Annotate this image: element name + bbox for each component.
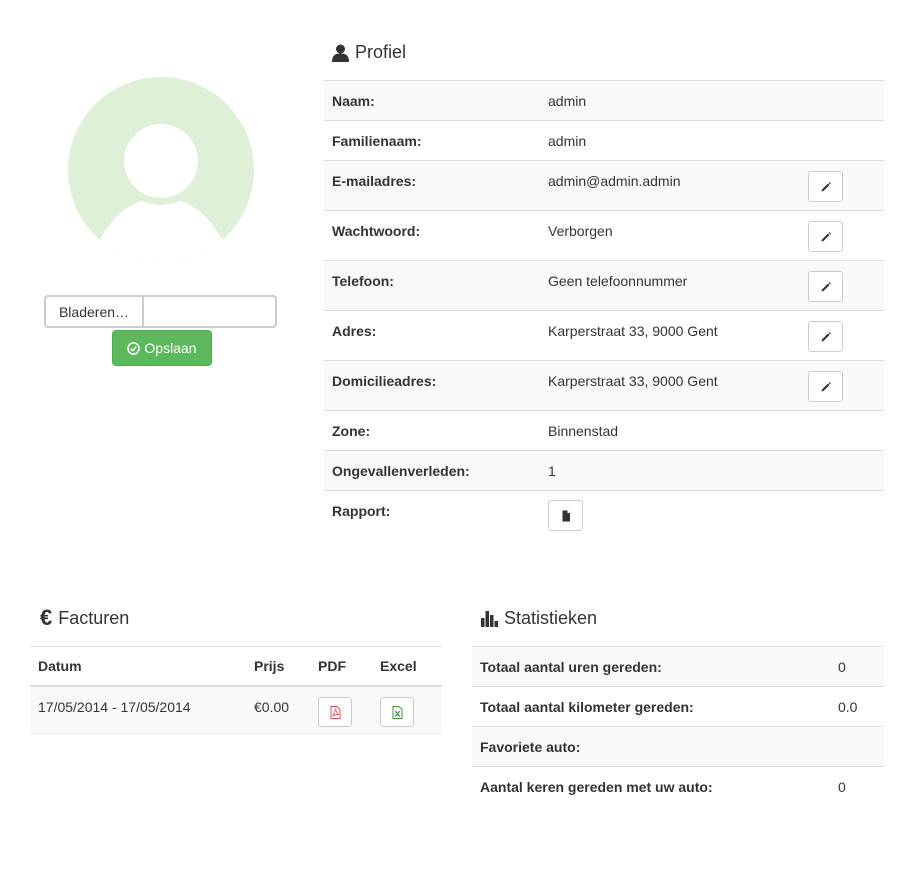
edit-address-button[interactable] [808, 321, 843, 352]
row-label: Adres: [332, 323, 377, 339]
file-icon [562, 510, 570, 521]
profile-title: Profiel [355, 42, 407, 62]
euro-icon: € [40, 605, 53, 630]
row-value [830, 727, 884, 766]
row-value: 0 [838, 659, 846, 675]
stats-title: Statistieken [504, 608, 598, 628]
row-label: Telefoon: [332, 273, 394, 289]
bar-chart-icon [481, 610, 498, 627]
column-header-excel: Excel [380, 658, 417, 674]
stats-row-hours: Totaal aantal uren gereden: 0 [472, 647, 884, 687]
profile-row-accidents: Ongevallenverleden: 1 [324, 451, 884, 491]
edit-password-button[interactable] [808, 221, 843, 252]
invoices-table: Datum Prijs PDF Excel 17/05/2014 - 17/05… [30, 646, 442, 735]
invoices-header-row: Datum Prijs PDF Excel [30, 647, 442, 687]
profile-row-name: Naam: admin [324, 81, 884, 121]
row-label: Ongevallenverleden: [332, 463, 470, 479]
pencil-icon [821, 381, 831, 391]
profile-row-report: Rapport: [324, 491, 884, 541]
profile-row-zone: Zone: Binnenstad [324, 411, 884, 451]
row-value: Verborgen [548, 223, 613, 239]
row-value: admin [548, 93, 587, 109]
invoice-date: 17/05/2014 - 17/05/2014 [38, 699, 191, 715]
user-icon [332, 44, 349, 62]
save-button-label: Opslaan [144, 340, 197, 356]
save-button[interactable]: Opslaan [112, 330, 212, 366]
edit-phone-button[interactable] [808, 271, 843, 302]
row-value: Karperstraat 33, 9000 Gent [548, 373, 718, 389]
pencil-icon [821, 331, 831, 341]
file-name-field[interactable] [144, 295, 277, 328]
pencil-icon [821, 281, 831, 291]
pdf-file-icon [330, 705, 340, 719]
stats-heading: Statistieken [481, 608, 597, 629]
edit-domicile-button[interactable] [808, 371, 843, 402]
pdf-cell [310, 687, 372, 735]
column-header-date: Datum [38, 658, 82, 674]
browse-button[interactable]: Bladeren… [44, 295, 144, 328]
row-value [540, 491, 808, 541]
profile-row-address: Adres: Karperstraat 33, 9000 Gent [324, 311, 884, 361]
row-label: Domicilieadres: [332, 373, 437, 389]
row-label: Familienaam: [332, 133, 422, 149]
row-value: admin@admin.admin [548, 173, 681, 189]
row-label: E-mailadres: [332, 173, 417, 189]
avatar-placeholder [68, 77, 254, 263]
profile-row-domicile: Domicilieadres: Karperstraat 33, 9000 Ge… [324, 361, 884, 411]
column-header-pdf: PDF [318, 658, 346, 674]
stats-row-own-car-trips: Aantal keren gereden met uw auto: 0 [472, 767, 884, 807]
stats-row-kilometers: Totaal aantal kilometer gereden: 0.0 [472, 687, 884, 727]
avatar-upload: Bladeren… [44, 295, 277, 328]
row-value: admin [548, 133, 587, 149]
profile-heading: Profiel [332, 42, 406, 63]
download-report-button[interactable] [548, 500, 583, 531]
excel-file-icon [392, 705, 402, 719]
edit-email-button[interactable] [808, 171, 843, 202]
stats-row-favorite-car: Favoriete auto: [472, 727, 884, 767]
row-value: Geen telefoonnummer [548, 273, 688, 289]
profile-row-password: Wachtwoord: Verborgen [324, 211, 884, 261]
check-circle-icon [127, 341, 141, 355]
row-label: Rapport: [332, 503, 391, 519]
pencil-icon [821, 181, 831, 191]
profile-table: Naam: admin Familienaam: admin E-mailadr… [324, 80, 884, 541]
row-label: Zone: [332, 423, 371, 439]
profile-row-phone: Telefoon: Geen telefoonnummer [324, 261, 884, 311]
row-label: Wachtwoord: [332, 223, 421, 239]
table-row: 17/05/2014 - 17/05/2014 €0.00 [30, 687, 442, 735]
row-label: Totaal aantal kilometer gereden: [480, 699, 694, 715]
row-label: Totaal aantal uren gereden: [480, 659, 662, 675]
pencil-icon [821, 231, 831, 241]
excel-cell [372, 687, 442, 735]
row-label: Naam: [332, 93, 375, 109]
download-excel-button[interactable] [380, 697, 414, 727]
profile-row-email: E-mailadres: admin@admin.admin [324, 161, 884, 211]
row-value: 0.0 [838, 699, 858, 715]
row-value: Karperstraat 33, 9000 Gent [548, 323, 718, 339]
invoice-price: €0.00 [254, 699, 290, 715]
stats-table: Totaal aantal uren gereden: 0 Totaal aan… [472, 646, 884, 807]
row-label: Favoriete auto: [480, 739, 581, 755]
row-value: 1 [548, 463, 556, 479]
row-value: 0 [838, 779, 846, 795]
download-pdf-button[interactable] [318, 697, 352, 727]
column-header-price: Prijs [254, 658, 285, 674]
profile-row-surname: Familienaam: admin [324, 121, 884, 161]
invoices-heading: € Facturen [40, 607, 129, 629]
invoices-title: Facturen [58, 607, 130, 628]
row-value: Binnenstad [548, 423, 619, 439]
row-label: Aantal keren gereden met uw auto: [480, 779, 713, 795]
